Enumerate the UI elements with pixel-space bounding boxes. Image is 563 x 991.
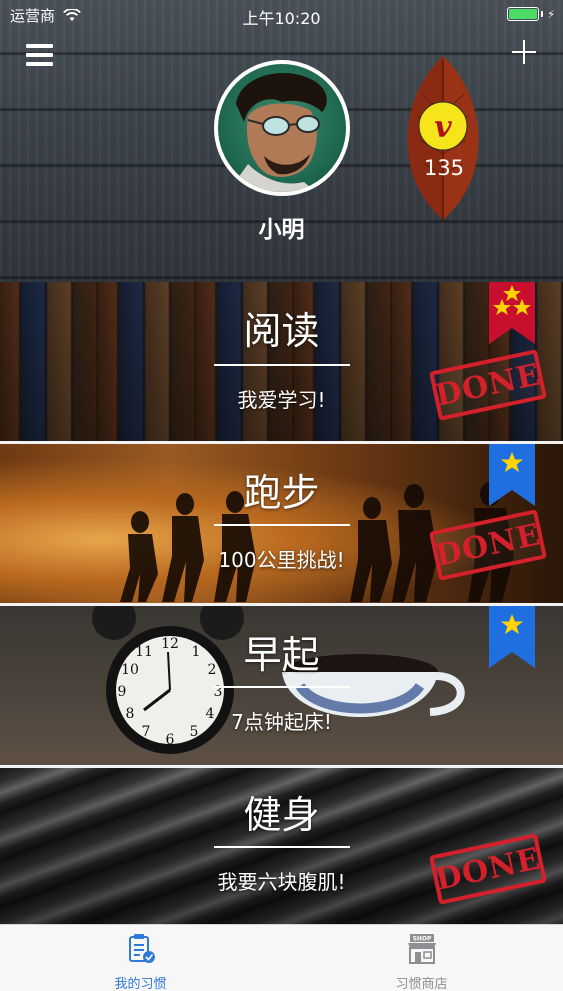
tab-bar: 我的习惯 SHOP 习惯商店: [0, 924, 563, 991]
habit-card-reading[interactable]: 阅读 我爱学习! DONE: [0, 282, 563, 441]
habit-title: 健身: [243, 793, 320, 837]
battery-icon: ⚡: [507, 7, 555, 21]
habit-divider: [214, 686, 350, 688]
avatar[interactable]: [214, 60, 350, 196]
hamburger-menu-icon[interactable]: [26, 44, 53, 66]
status-bar: 运营商 上午10:20 ⚡: [0, 0, 563, 28]
points-badge-letter: v: [434, 110, 452, 145]
habit-divider: [214, 364, 350, 366]
habit-divider: [214, 846, 350, 848]
points-value: 135: [423, 156, 465, 180]
shop-icon-text: SHOP: [412, 936, 431, 943]
status-time: 上午10:20: [242, 9, 321, 28]
habit-list-icon: [128, 934, 155, 963]
habit-card-running[interactable]: 跑步 100公里挑战! DONE: [0, 444, 563, 603]
tab-label: 习惯商店: [395, 977, 448, 991]
habit-title: 早起: [243, 633, 320, 677]
habit-title: 阅读: [243, 309, 320, 353]
one-star-ribbon-icon: [489, 606, 535, 668]
profile-header: 运营商 上午10:20 ⚡ 小明 v 135: [0, 0, 563, 282]
habit-card-fitness[interactable]: 健身 我要六块腹肌! DONE: [0, 768, 563, 924]
tab-my-habits[interactable]: 我的习惯: [0, 925, 281, 991]
tab-habit-shop[interactable]: SHOP 习惯商店: [281, 925, 562, 991]
one-star-ribbon-icon: [489, 444, 535, 506]
tab-label: 我的习惯: [114, 977, 167, 991]
shop-icon: SHOP: [407, 934, 436, 964]
plus-icon[interactable]: [512, 40, 536, 64]
three-star-ribbon-icon: [489, 282, 535, 344]
habit-subtitle: 7点钟起床!: [231, 710, 332, 734]
habit-title: 跑步: [243, 471, 320, 515]
habit-divider: [214, 524, 350, 526]
habit-card-wake-early[interactable]: 12 1 2 345 678 9 10 11 早起 7点钟起床!: [0, 606, 563, 765]
charging-bolt-icon: ⚡: [547, 7, 555, 21]
leaf-points-icon[interactable]: v: [402, 54, 484, 224]
avatar-portrait-icon: [228, 73, 327, 192]
svg-text:9: 9: [118, 684, 127, 700]
